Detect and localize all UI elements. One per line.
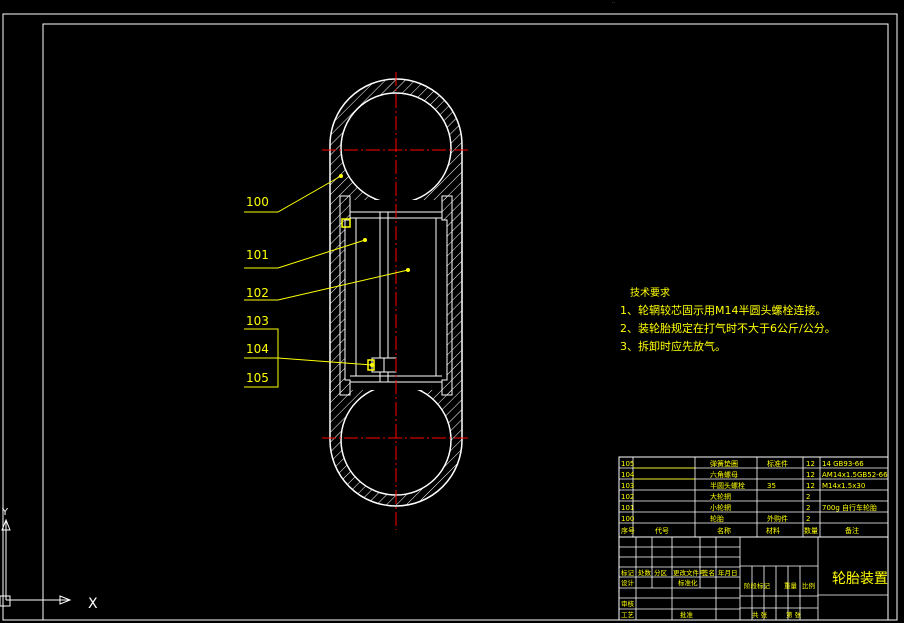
parts-cell-material: 外购件: [767, 514, 788, 523]
tb-approve: 批准: [680, 610, 694, 619]
parts-cell-no: 103: [621, 482, 634, 490]
tb-sign: 签名: [702, 568, 715, 577]
ucs-x-label: X: [88, 596, 98, 612]
parts-cell-note: AM14x1.5GB52-66: [822, 471, 888, 479]
parts-cell-note: 14 GB93-66: [822, 460, 864, 468]
ucs-icon: X Y: [0, 507, 98, 612]
header-name: 名称: [717, 526, 731, 535]
parts-cell-qty: 2: [806, 493, 810, 501]
tb-sheets-total: 共 张: [752, 610, 768, 619]
parts-cell-no: 105: [621, 460, 634, 468]
tb-sheet-no: 第 张: [786, 610, 802, 619]
tech-req-title: 技术要求: [630, 286, 670, 299]
parts-cell-no: 102: [621, 493, 634, 501]
parts-cell-note: 700g 自行车轮胎: [822, 503, 877, 512]
header-note: 备注: [845, 526, 859, 535]
ucs-y-label: Y: [1, 507, 9, 518]
parts-cell-name: 轮胎: [710, 514, 724, 523]
tb-scale: 比例: [802, 581, 815, 590]
tb-process: 工艺: [621, 611, 635, 619]
technical-requirements: 技术要求 1、轮辋较芯固示用M14半圆头螺栓连接。 2、装轮胎规定在打气时不大于…: [620, 286, 836, 353]
parts-cell-no: 101: [621, 504, 634, 512]
tech-req-item-2: 2、装轮胎规定在打气时不大于6公斤/公分。: [620, 321, 836, 335]
parts-cell-qty: 12: [806, 482, 815, 490]
parts-cell-name: 大轮辋: [710, 492, 731, 501]
parts-list-table: 105 弹簧垫圈 标准件 12 14 GB93-66 104 六角螺母 12 AM14x1.5G…: [618, 456, 889, 538]
parts-cell-note: M14x1.5x30: [822, 482, 865, 490]
tb-weight: 重量: [784, 582, 798, 590]
tb-count: 处数: [638, 568, 652, 577]
parts-cell-name: 半圆头螺栓: [710, 481, 745, 490]
part-label-102: 102: [246, 286, 269, 300]
part-label-105: 105: [246, 371, 269, 385]
title-block: 标记 处数 分区 更改文件号 签名 年月日 设计 标准化 审核 工艺 批准 阶段…: [618, 536, 889, 621]
tb-stage-mark: 阶段标记: [744, 581, 771, 590]
parts-cell-qty: 2: [806, 504, 810, 512]
cad-drawing-canvas[interactable]: .. X Y 100 101 102 103 104 105 技术要求 1、轮辋…: [0, 0, 904, 623]
part-label-104: 104: [246, 342, 269, 356]
tech-req-item-1: 1、轮辋较芯固示用M14半圆头螺栓连接。: [620, 303, 827, 317]
header-no: 序号: [621, 526, 635, 535]
parts-cell-material: 35: [767, 482, 776, 490]
parts-list-header: 序号 代号 名称 数量 材料 备注: [621, 526, 859, 535]
header-code: 代号: [655, 526, 669, 535]
parts-cell-name: 六角螺母: [710, 470, 738, 479]
header-qty: 数量: [804, 526, 818, 535]
tech-req-item-3: 3、拆卸时应先放气。: [620, 339, 726, 353]
tb-standardize: 标准化: [678, 578, 698, 587]
parts-cell-material: 标准件: [767, 459, 788, 468]
part-label-103: 103: [246, 314, 269, 328]
tb-mark: 标记: [621, 568, 635, 577]
parts-cell-qty: 12: [806, 471, 815, 479]
tb-zone: 分区: [654, 568, 668, 577]
tb-date: 年月日: [718, 568, 738, 577]
parts-cell-name: 弹簧垫圈: [710, 459, 738, 468]
parts-cell-name: 小轮辋: [710, 503, 731, 512]
header-material: 材料: [766, 526, 780, 535]
part-label-101: 101: [246, 248, 269, 262]
parts-cell-qty: 12: [806, 460, 815, 468]
center-web: [379, 211, 389, 383]
parts-cell-no: 100: [621, 515, 634, 523]
part-labels: 100 101 102 103 104 105: [246, 195, 269, 385]
part-label-100: 100: [246, 195, 269, 209]
top-mark: ..: [612, 0, 616, 5]
parts-cell-no: 104: [621, 471, 635, 479]
tb-design: 设计: [621, 578, 635, 587]
drawing-title: 轮胎装置: [832, 571, 888, 587]
tb-review: 审核: [621, 599, 635, 608]
parts-cell-qty: 2: [806, 515, 810, 523]
